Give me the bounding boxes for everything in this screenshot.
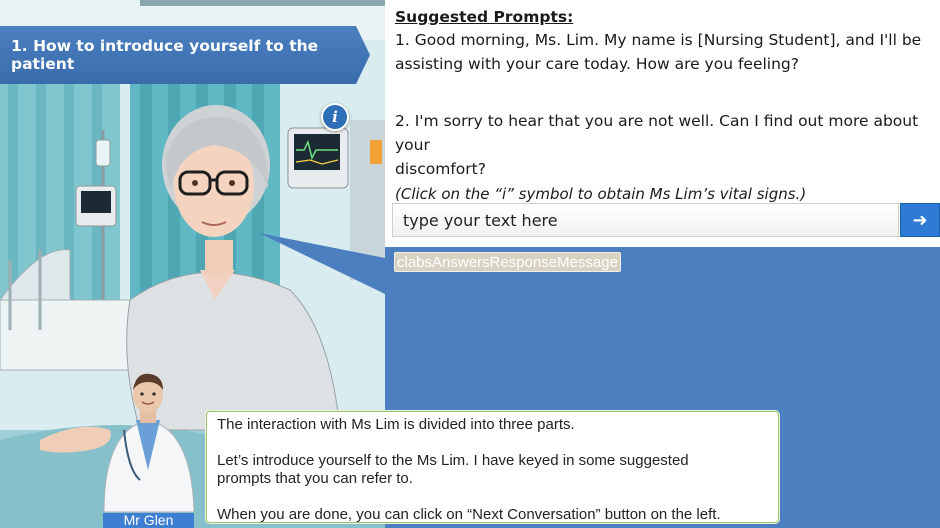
suggested-prompts-title: Suggested Prompts: (395, 8, 574, 26)
guide-name-label: Mr Glen (103, 513, 194, 528)
guide-line-4: When you are done, you can click on “Nex… (217, 506, 721, 523)
guide-speech-bubble: The interaction with Ms Lim is divided i… (206, 411, 779, 523)
chat-text-input[interactable] (392, 203, 899, 237)
suggested-prompts: Suggested Prompts: 1. Good morning, Ms. … (395, 6, 935, 206)
send-button[interactable]: ➜ (900, 203, 940, 237)
guide-line-2: Let’s introduce yourself to the Ms Lim. … (217, 452, 689, 469)
arrow-right-icon: ➜ (912, 209, 928, 230)
prompt-2-line-2: discomfort? (395, 160, 486, 178)
prompt-1-line-2: assisting with your care today. How are … (395, 55, 799, 73)
vital-signs-info-button[interactable]: i (321, 103, 349, 131)
prompt-1-line-1: 1. Good morning, Ms. Lim. My name is [Nu… (395, 31, 922, 49)
guide-line-1: The interaction with Ms Lim is divided i… (217, 416, 575, 433)
prompt-2-line-1: 2. I'm sorry to hear that you are not we… (395, 112, 919, 154)
step-banner-label: 1. How to introduce yourself to the pati… (11, 37, 319, 73)
info-icon: i (332, 108, 338, 126)
step-banner: 1. How to introduce yourself to the pati… (0, 26, 370, 84)
response-message: clabsAnswersResponseMessage (394, 252, 621, 272)
guide-line-3: prompts that you can refer to. (217, 470, 413, 487)
